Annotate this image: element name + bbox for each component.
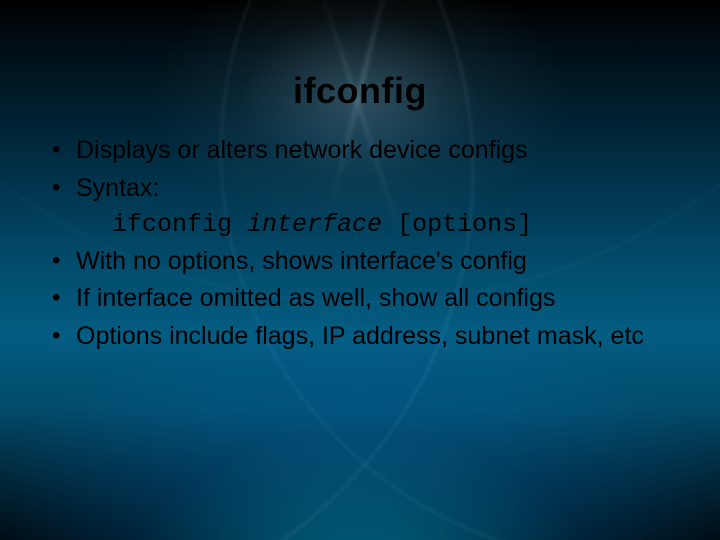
syntax-command: ifconfig xyxy=(112,210,247,239)
bullet-item: With no options, shows interface's confi… xyxy=(46,245,680,279)
bullet-item: Displays or alters network device config… xyxy=(46,134,680,168)
bullet-text: Syntax: xyxy=(76,174,159,202)
bullet-list: With no options, shows interface's confi… xyxy=(40,245,680,354)
syntax-line: ifconfig interface [options] xyxy=(112,210,680,239)
syntax-interface: interface xyxy=(247,210,382,239)
bullet-item: If interface omitted as well, show all c… xyxy=(46,282,680,316)
bullet-item: Options include flags, IP address, subne… xyxy=(46,320,680,354)
bullet-item: Syntax: xyxy=(46,172,680,206)
slide: ifconfig Displays or alters network devi… xyxy=(0,0,720,540)
syntax-options: [options] xyxy=(382,210,532,239)
slide-title: ifconfig xyxy=(40,70,680,112)
bullet-list: Displays or alters network device config… xyxy=(40,134,680,206)
slide-content: ifconfig Displays or alters network devi… xyxy=(0,0,720,398)
